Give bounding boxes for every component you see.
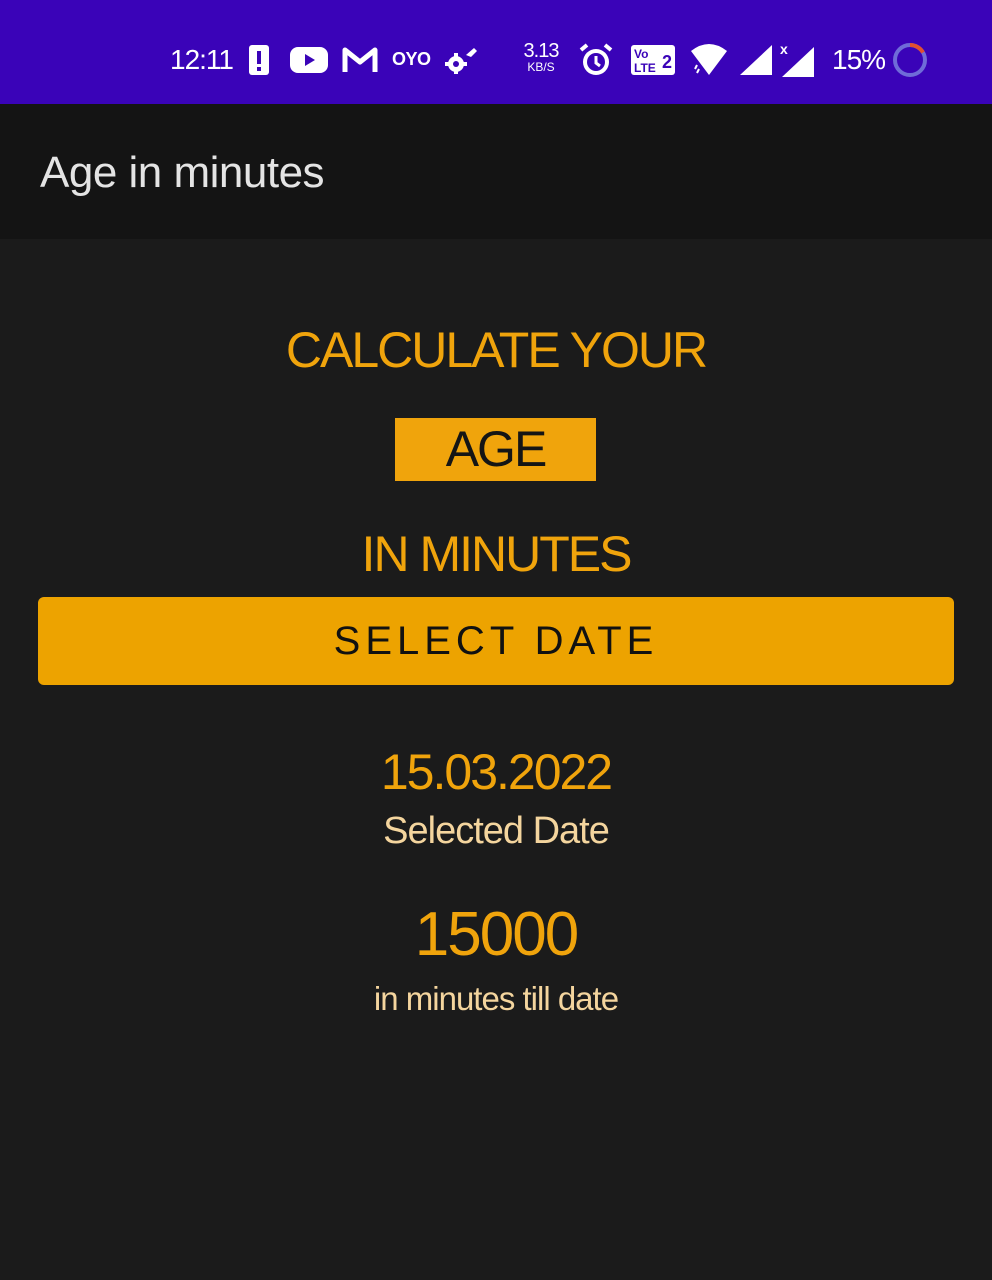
volte-icon: Vo LTE 2 [630, 40, 676, 80]
svg-text:x: x [780, 42, 788, 57]
battery-ring-icon [892, 40, 928, 80]
signal-icon [738, 40, 774, 80]
battery-percent: 15% [832, 44, 886, 75]
gmail-icon [342, 40, 378, 80]
youtube-icon [290, 40, 328, 80]
heading-in-minutes: IN MINUTES [361, 526, 633, 582]
oyo-icon: OYO [392, 49, 431, 69]
svg-text:LTE: LTE [634, 61, 656, 75]
main-content: CALCULATE YOUR AGE IN MINUTES SELECT DAT… [0, 239, 992, 1280]
heading-calculate-your: CALCULATE YOUR [285, 322, 708, 378]
alarm-clock-icon [578, 40, 614, 80]
signal-no-data-icon: x [780, 40, 816, 80]
heading-age-highlight: AGE [395, 418, 596, 481]
select-date-button[interactable]: SELECT DATE [38, 597, 954, 685]
network-speed-value: 3.13 [523, 40, 560, 62]
status-time: 12:11 [170, 44, 234, 75]
wifi-icon [690, 40, 728, 80]
network-speed: 3.13 KB/S [520, 41, 562, 73]
svg-text:Vo: Vo [634, 47, 648, 61]
selected-date-label: Selected Date [383, 810, 610, 852]
age-in-minutes-label: in minutes till date [373, 980, 619, 1017]
app-bar: Age in minutes [0, 104, 992, 239]
settings-gear-icon [444, 40, 478, 80]
age-in-minutes-value: 15000 [414, 900, 579, 969]
selected-date-value: 15.03.2022 [380, 744, 613, 800]
svg-text:2: 2 [662, 52, 672, 72]
alert-icon [248, 40, 270, 80]
status-bar: 12:11 OYO 3.13 KB/S Vo LTE 2 x 15% [0, 0, 992, 104]
network-speed-unit: KB/S [527, 60, 555, 74]
app-title: Age in minutes [40, 148, 325, 197]
